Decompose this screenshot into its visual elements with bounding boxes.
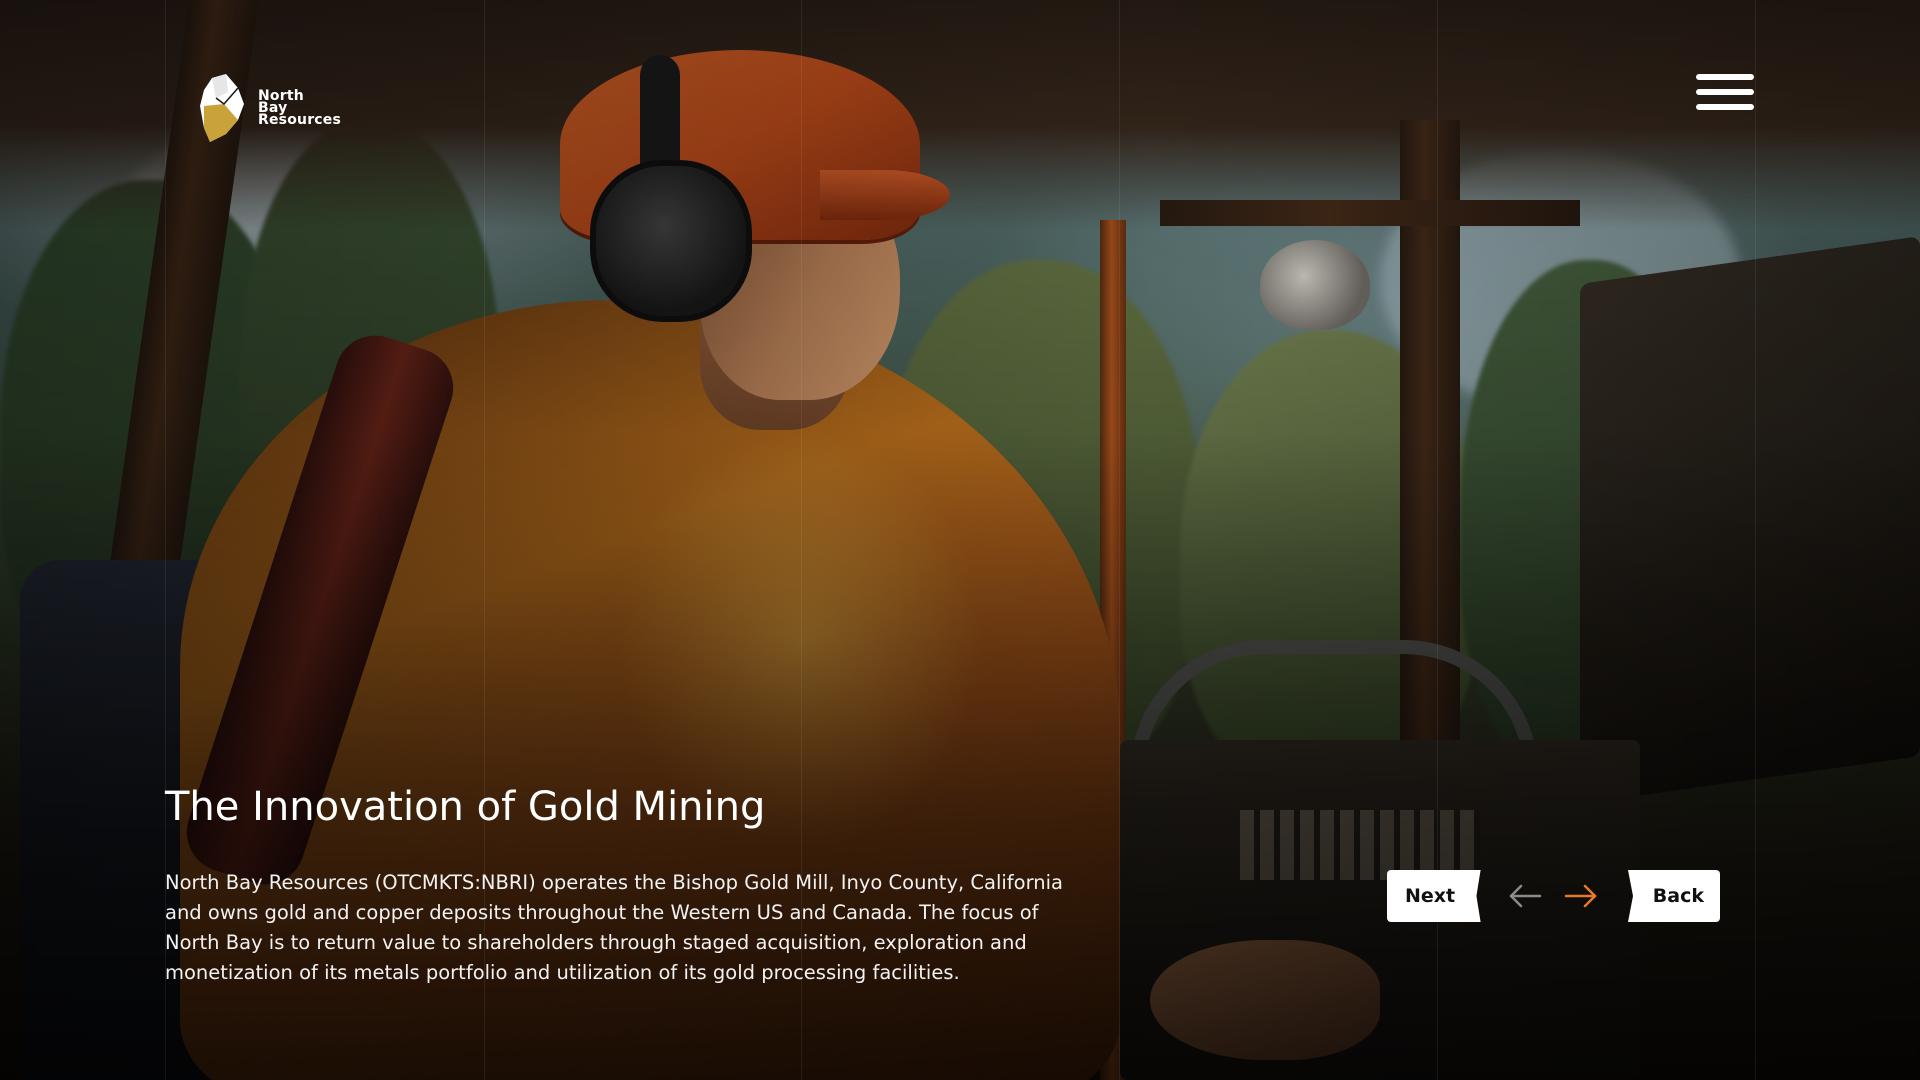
hamburger-menu-icon (1696, 74, 1754, 80)
hero-title: The Innovation of Gold Mining (165, 784, 766, 830)
hamburger-line (1696, 104, 1754, 110)
north-bay-logo-icon (200, 74, 244, 142)
logo-line-3: Resources (258, 112, 342, 128)
arrow-left-icon[interactable] (1508, 884, 1542, 908)
hamburger-menu-button[interactable] (1696, 74, 1754, 116)
arrow-right-icon[interactable] (1564, 884, 1598, 908)
hero-description: North Bay Resources (OTCMKTS:NBRI) opera… (165, 871, 1063, 984)
next-button[interactable]: Next (1387, 870, 1481, 922)
back-button[interactable]: Back (1628, 870, 1720, 922)
logo-text: North Bay Resources (258, 89, 342, 128)
hamburger-line (1696, 89, 1754, 95)
logo-link[interactable]: North Bay Resources (198, 74, 341, 142)
